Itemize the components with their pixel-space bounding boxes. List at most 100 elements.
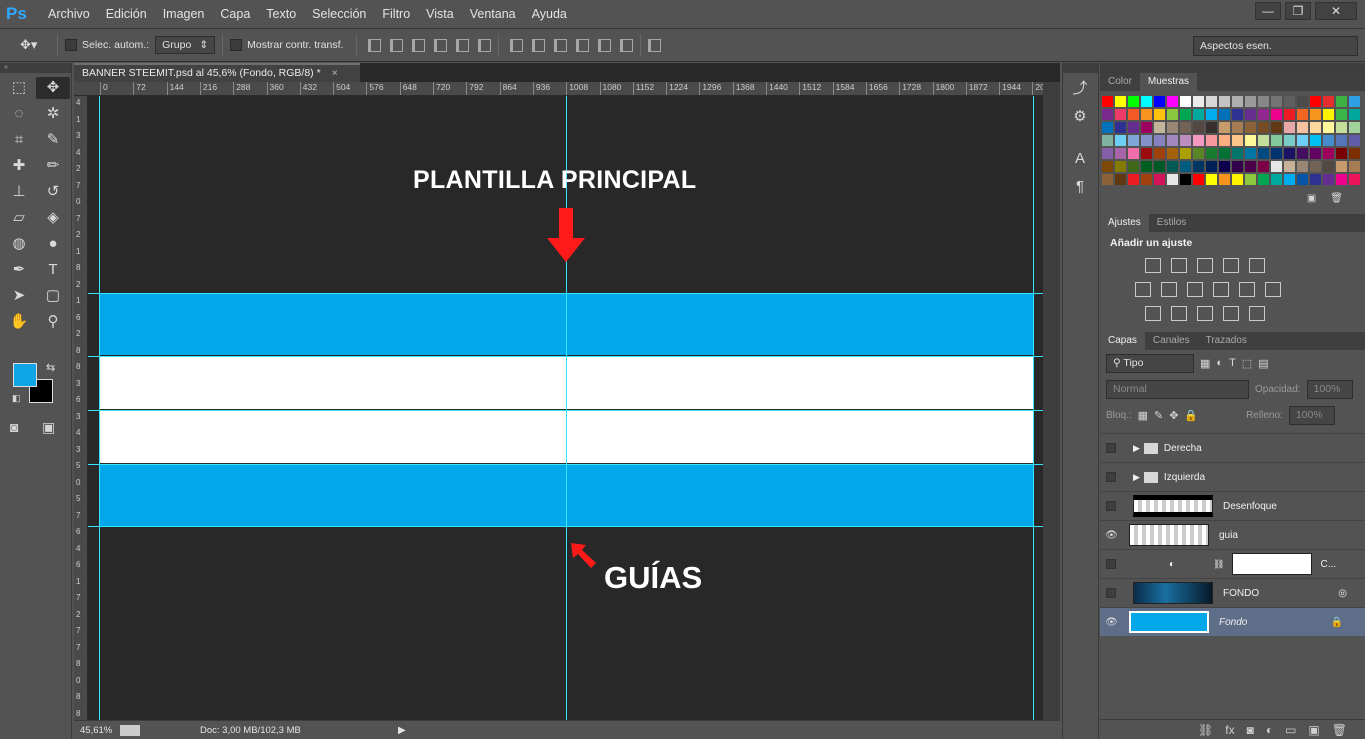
color-swatch[interactable]	[1141, 109, 1152, 120]
color-swatch[interactable]	[1167, 174, 1178, 185]
paragraph-panel-icon[interactable]: ¶	[1063, 175, 1097, 199]
guide-horizontal-5[interactable]	[88, 526, 1043, 527]
eye-icon[interactable]: 👁	[1100, 617, 1123, 628]
color-swatch[interactable]	[1258, 96, 1269, 107]
color-swatch[interactable]	[1167, 109, 1178, 120]
horizontal-ruler[interactable]: 0 72 144 216 288 360 432 504 576 648 720 792 864 936 1…	[74, 82, 1060, 96]
status-menu-arrow-icon[interactable]: ▶	[398, 725, 406, 736]
color-swatch[interactable]	[1310, 161, 1321, 172]
color-swatch[interactable]	[1336, 109, 1347, 120]
align-right-icon[interactable]	[478, 38, 492, 52]
color-swatch[interactable]	[1141, 148, 1152, 159]
color-swatch[interactable]	[1115, 148, 1126, 159]
new-swatch-icon[interactable]: ▣	[1307, 193, 1316, 209]
color-swatch[interactable]	[1193, 96, 1204, 107]
color-swatch[interactable]	[1154, 161, 1165, 172]
eye-icon[interactable]: 👁	[1100, 530, 1123, 541]
fx-icon[interactable]: fx	[1225, 723, 1234, 737]
default-colors-icon[interactable]: ◧	[12, 393, 21, 404]
color-swatch[interactable]	[1206, 174, 1217, 185]
color-swatch[interactable]	[1219, 96, 1230, 107]
color-swatch[interactable]	[1128, 148, 1139, 159]
menu-ventana[interactable]: Ventana	[462, 7, 524, 21]
delete-layer-icon[interactable]: 🗑	[1332, 723, 1347, 737]
brightness-icon[interactable]	[1145, 258, 1161, 273]
color-swatch[interactable]	[1258, 161, 1269, 172]
quick-mask-icon[interactable]: ◙	[10, 419, 18, 435]
color-swatch[interactable]	[1271, 161, 1282, 172]
color-swatch[interactable]	[1271, 96, 1282, 107]
color-swatch[interactable]	[1193, 174, 1204, 185]
color-swatch[interactable]	[1115, 174, 1126, 185]
guide-horizontal-3[interactable]	[88, 410, 1043, 411]
shape-tool-icon[interactable]: ▢	[36, 285, 70, 307]
color-swatch[interactable]	[1206, 161, 1217, 172]
color-swatch[interactable]	[1102, 109, 1113, 120]
color-swatch[interactable]	[1297, 122, 1308, 133]
opacity-input[interactable]: 100%	[1306, 379, 1353, 399]
tab-color[interactable]: Color	[1100, 73, 1140, 91]
color-swatch[interactable]	[1297, 161, 1308, 172]
auto-align-icon[interactable]	[648, 38, 662, 52]
healing-brush-icon[interactable]: ✚	[2, 155, 36, 177]
color-swatch[interactable]	[1349, 109, 1360, 120]
color-swatch[interactable]	[1167, 161, 1178, 172]
color-swatch[interactable]	[1154, 122, 1165, 133]
color-swatch[interactable]	[1206, 148, 1217, 159]
close-tab-icon[interactable]: ×	[332, 67, 338, 79]
tab-estilos[interactable]: Estilos	[1149, 214, 1194, 232]
filter-smart-icon[interactable]: ▤	[1258, 357, 1268, 370]
distribute-hcenter-icon[interactable]	[598, 38, 612, 52]
align-left-icon[interactable]	[434, 38, 448, 52]
menu-archivo[interactable]: Archivo	[40, 7, 98, 21]
color-swatch[interactable]	[1284, 148, 1295, 159]
levels-icon[interactable]	[1171, 258, 1187, 273]
properties-panel-icon[interactable]: ⚙	[1063, 105, 1097, 129]
posterize-icon[interactable]	[1171, 306, 1187, 321]
guide-horizontal-4[interactable]	[88, 464, 1043, 465]
color-swatch[interactable]	[1180, 148, 1191, 159]
color-lookup-icon[interactable]	[1265, 282, 1281, 297]
close-button[interactable]: ✕	[1315, 2, 1357, 20]
color-swatch[interactable]	[1349, 96, 1360, 107]
type-tool-icon[interactable]: T	[36, 259, 70, 281]
panel-collapse-handle[interactable]	[1063, 63, 1098, 73]
color-swatch[interactable]	[1310, 96, 1321, 107]
color-swatch[interactable]	[1323, 96, 1334, 107]
visibility-toggle[interactable]	[1106, 443, 1116, 453]
visibility-toggle[interactable]	[1106, 588, 1116, 598]
color-swatch[interactable]	[1271, 135, 1282, 146]
guide-horizontal-2[interactable]	[88, 356, 1043, 357]
color-swatch[interactable]	[1154, 96, 1165, 107]
color-swatch[interactable]	[1102, 174, 1113, 185]
color-swatch[interactable]	[1323, 122, 1334, 133]
document-tab[interactable]: BANNER STEEMIT.psd al 45,6% (Fondo, RGB/…	[74, 63, 360, 82]
color-swatch[interactable]	[1167, 148, 1178, 159]
align-top-icon[interactable]	[368, 38, 382, 52]
color-swatch[interactable]	[1349, 174, 1360, 185]
color-swatch[interactable]	[1102, 161, 1113, 172]
layer-row[interactable]: FONDO ◎	[1100, 578, 1365, 607]
curves-icon[interactable]	[1197, 258, 1213, 273]
history-brush-icon[interactable]: ↺	[36, 181, 70, 203]
color-swatch[interactable]	[1297, 135, 1308, 146]
color-swatch[interactable]	[1167, 122, 1178, 133]
distribute-right-icon[interactable]	[620, 38, 634, 52]
color-swatch[interactable]	[1141, 174, 1152, 185]
color-swatch[interactable]	[1219, 135, 1230, 146]
color-swatch[interactable]	[1193, 122, 1204, 133]
tab-canales[interactable]: Canales	[1145, 332, 1198, 350]
color-swatch[interactable]	[1349, 122, 1360, 133]
color-swatch[interactable]	[1154, 109, 1165, 120]
pen-tool-icon[interactable]: ✒	[2, 259, 36, 281]
color-swatch[interactable]	[1323, 161, 1334, 172]
vertical-ruler[interactable]: 4 1 3 4 2 7 0 7 2 1 8 2 1 6 2 8 8 3 6 3 4 3 5 0 5 7 6 4 6 1 7 2 7 7 8 0 8 8	[74, 96, 88, 720]
distribute-left-icon[interactable]	[576, 38, 590, 52]
color-swatch[interactable]	[1206, 109, 1217, 120]
threshold-icon[interactable]	[1197, 306, 1213, 321]
color-swatch[interactable]	[1232, 109, 1243, 120]
color-swatch[interactable]	[1297, 174, 1308, 185]
color-swatch[interactable]	[1141, 122, 1152, 133]
color-swatch[interactable]	[1310, 135, 1321, 146]
menu-texto[interactable]: Texto	[258, 7, 304, 21]
